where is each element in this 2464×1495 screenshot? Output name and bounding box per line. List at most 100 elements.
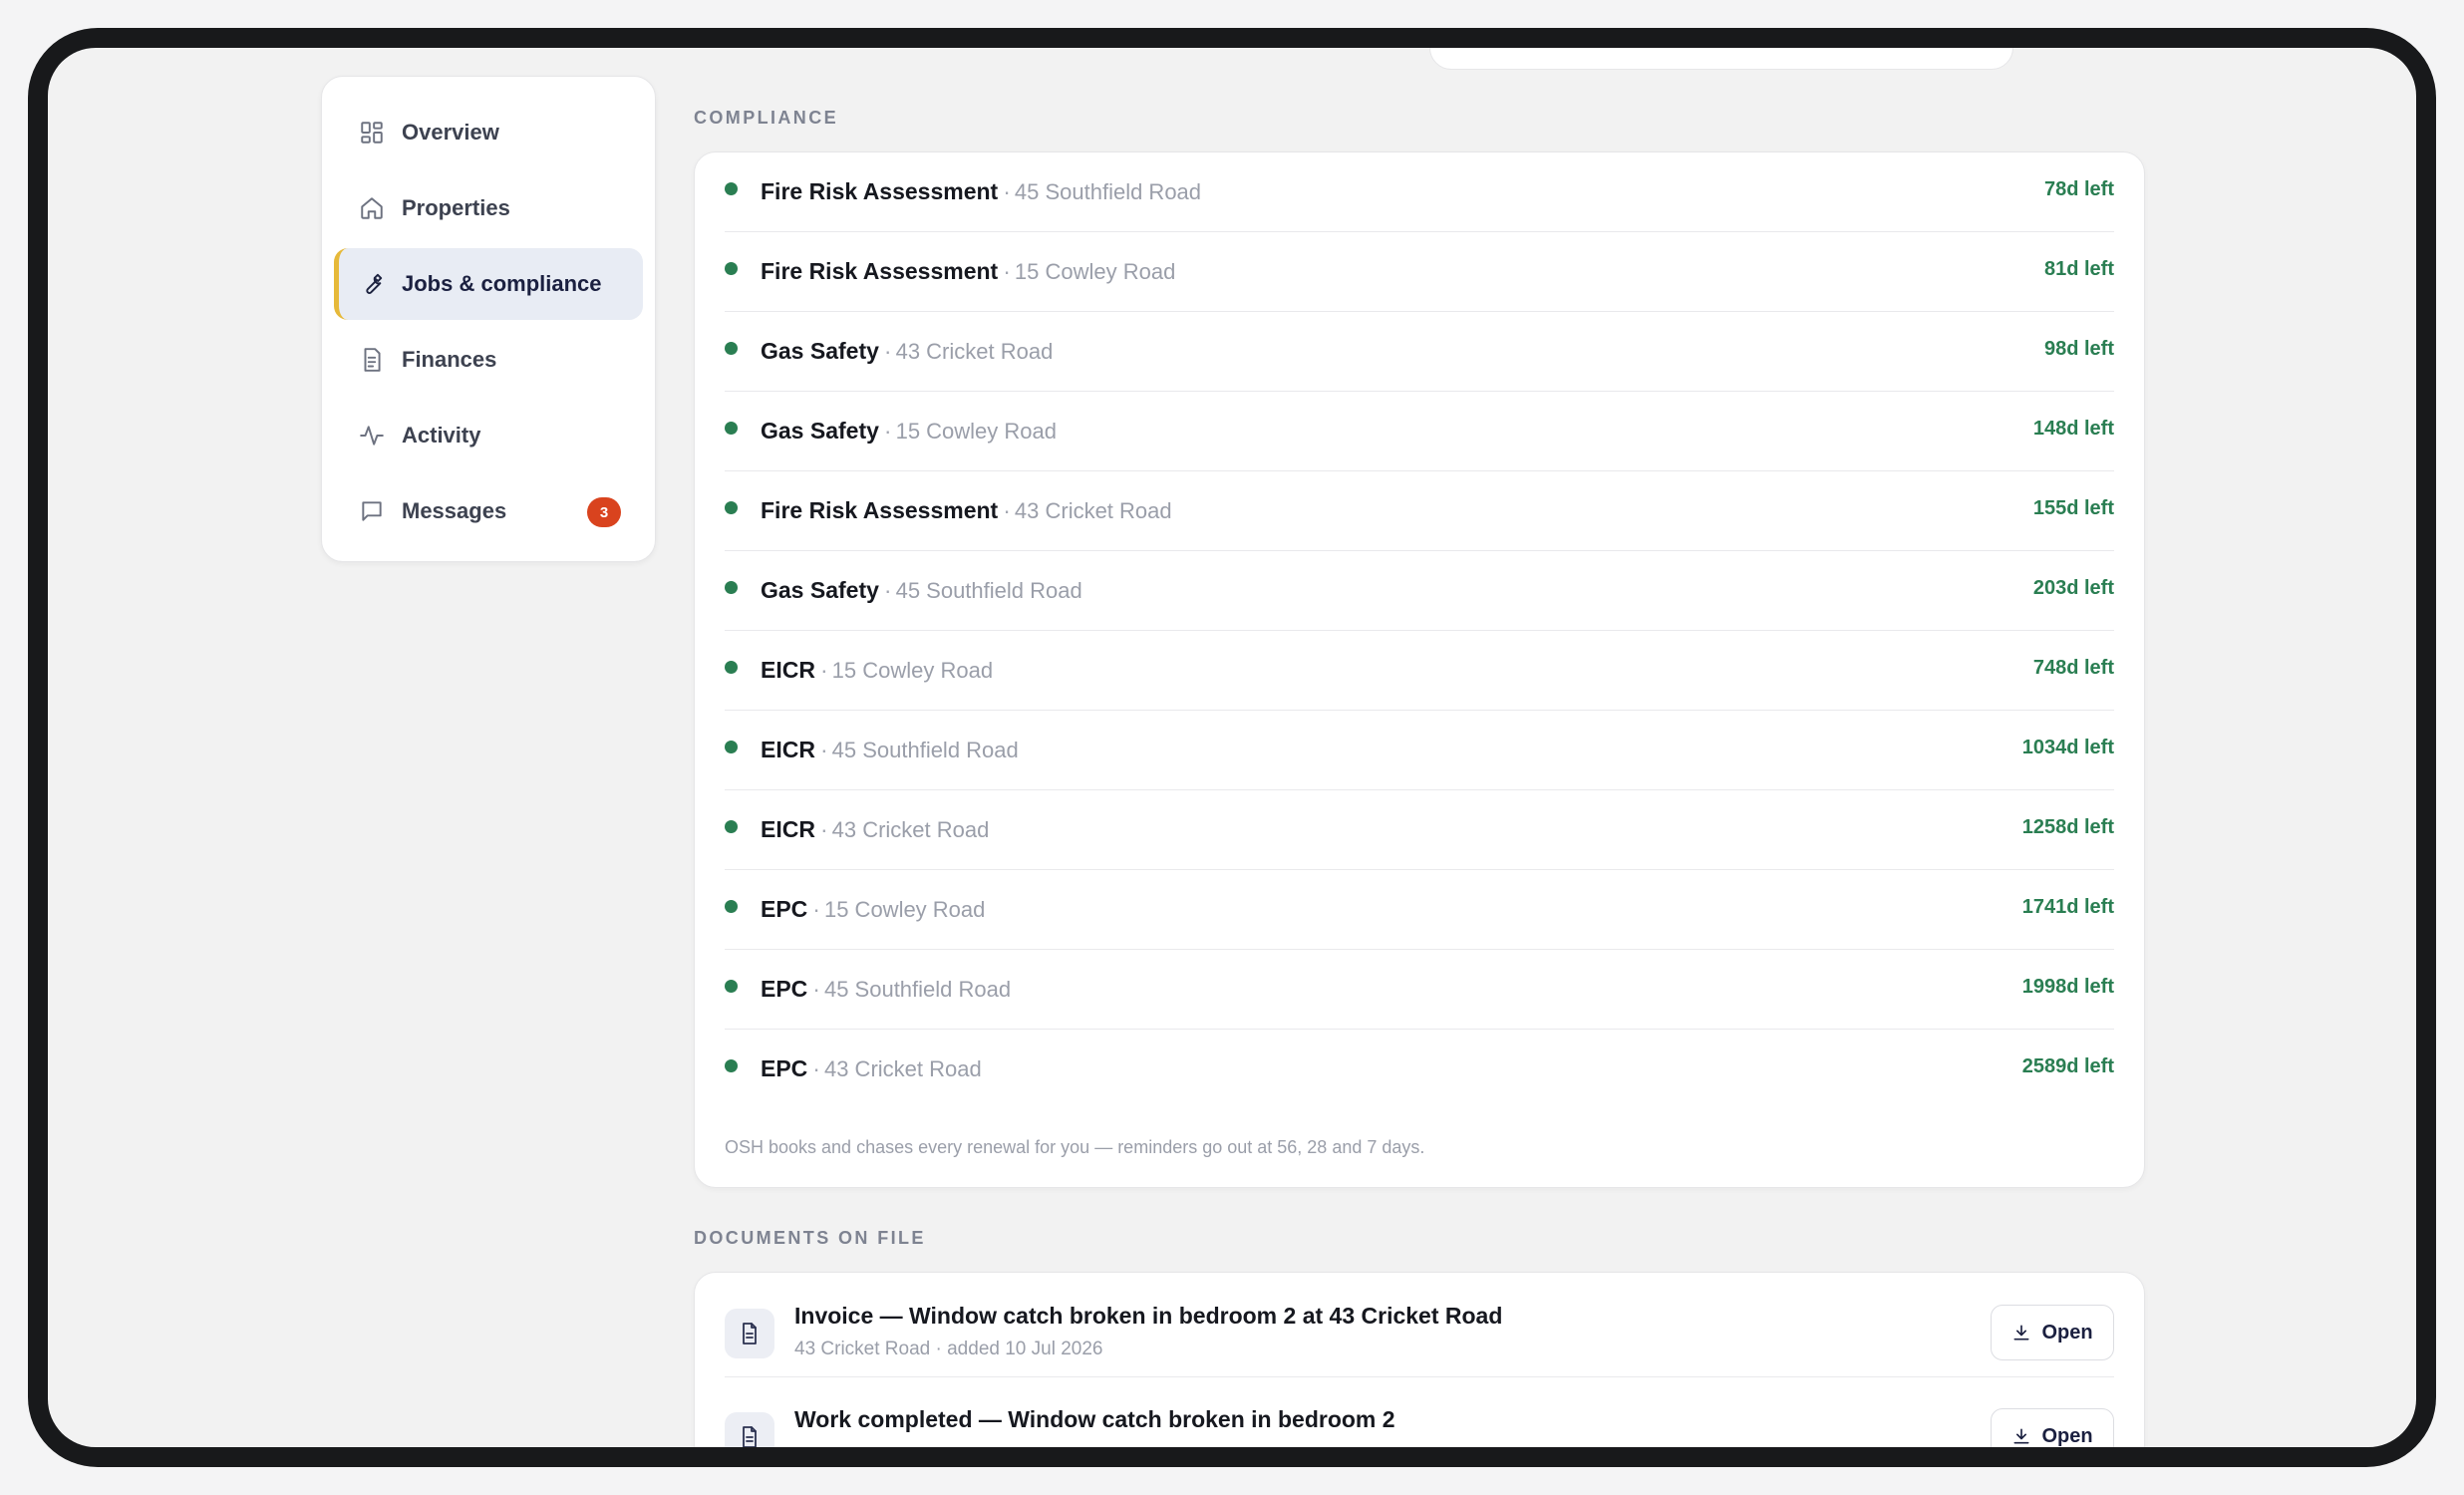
status-dot <box>725 980 738 993</box>
compliance-row[interactable]: EICR · 45 Southfield Road 1034d left <box>725 711 2114 790</box>
sidebar-nav: Overview Properties Jobs & compliance Fi… <box>321 76 656 562</box>
previous-card-edge <box>1429 48 2013 70</box>
days-left: 98d left <box>2043 338 2114 360</box>
compliance-text: EICR · 45 Southfield Road <box>761 737 1019 763</box>
sidebar-item-label: Jobs & compliance <box>402 271 602 296</box>
days-left: 1998d left <box>2021 976 2114 998</box>
compliance-address: 15 Cowley Road <box>895 419 1058 444</box>
separator: · <box>1003 258 1011 284</box>
separator: · <box>812 896 820 922</box>
compliance-address: 45 Southfield Road <box>823 977 1012 1002</box>
compliance-text: EPC · 43 Cricket Road <box>761 1055 982 1082</box>
status-dot <box>725 342 738 355</box>
sidebar-item-finances[interactable]: Finances <box>334 324 643 396</box>
status-dot <box>725 422 738 435</box>
status-dot <box>725 262 738 275</box>
status-dot <box>725 900 738 913</box>
sidebar-item-properties[interactable]: Properties <box>334 172 643 244</box>
device-frame: Overview Properties Jobs & compliance Fi… <box>28 28 2436 1467</box>
status-dot <box>725 741 738 753</box>
status-dot <box>725 182 738 195</box>
download-icon <box>2013 1428 2029 1444</box>
activity-icon <box>358 422 386 449</box>
compliance-row[interactable]: EICR · 15 Cowley Road 748d left <box>725 631 2114 711</box>
compliance-title: EPC <box>761 896 808 922</box>
compliance-title: EICR <box>761 657 815 683</box>
compliance-title: Gas Safety <box>761 418 879 444</box>
sidebar-item-label: Overview <box>402 120 499 145</box>
days-left: 148d left <box>2032 418 2114 440</box>
compliance-text: EICR · 15 Cowley Road <box>761 657 993 684</box>
compliance-title: Gas Safety <box>761 577 879 603</box>
compliance-title: Fire Risk Assessment <box>761 258 999 284</box>
days-left: 2589d left <box>2021 1055 2114 1077</box>
compliance-row[interactable]: Fire Risk Assessment · 45 Southfield Road 7… <box>725 152 2114 232</box>
receipt-icon <box>358 346 386 374</box>
compliance-address: 45 Southfield Road <box>831 738 1019 762</box>
compliance-text: Gas Safety · 45 Southfield Road <box>761 577 1082 604</box>
documents-card: Invoice — Window catch broken in bedroom… <box>694 1272 2145 1447</box>
sidebar-item-jobs-compliance[interactable]: Jobs & compliance <box>334 248 643 320</box>
status-dot <box>725 1059 738 1072</box>
sidebar-item-label: Properties <box>402 195 510 220</box>
days-left: 1258d left <box>2021 816 2114 838</box>
separator: · <box>883 418 892 444</box>
sidebar-item-messages[interactable]: Messages 3 <box>334 475 643 547</box>
status-dot <box>725 581 738 594</box>
compliance-row[interactable]: Fire Risk Assessment · 15 Cowley Road 81d l… <box>725 232 2114 312</box>
compliance-title: EPC <box>761 976 808 1002</box>
separator: · <box>1003 497 1011 523</box>
open-document-button[interactable]: Open <box>1991 1305 2114 1360</box>
documents-heading: DOCUMENTS ON FILE <box>694 1228 926 1248</box>
app-screen: Overview Properties Jobs & compliance Fi… <box>48 48 2416 1447</box>
compliance-row[interactable]: EICR · 43 Cricket Road 1258d left <box>725 790 2114 870</box>
compliance-note: OSH books and chases every renewal for y… <box>725 1137 1425 1157</box>
wrench-icon <box>358 270 386 298</box>
compliance-heading: COMPLIANCE <box>694 108 838 128</box>
separator: · <box>819 737 828 762</box>
compliance-title: Gas Safety <box>761 338 879 364</box>
document-icon <box>725 1412 774 1447</box>
document-item[interactable]: Work completed — Window catch broken in … <box>725 1376 2114 1447</box>
separator: · <box>819 816 828 842</box>
compliance-row[interactable]: Gas Safety · 45 Southfield Road 203d left <box>725 551 2114 631</box>
compliance-text: EPC · 45 Southfield Road <box>761 976 1011 1003</box>
compliance-row[interactable]: EPC · 43 Cricket Road 2589d left <box>725 1030 2114 1109</box>
sidebar-item-activity[interactable]: Activity <box>334 400 643 471</box>
compliance-row[interactable]: Fire Risk Assessment · 43 Cricket Road 155d… <box>725 471 2114 551</box>
compliance-row[interactable]: EPC · 15 Cowley Road 1741d left <box>725 870 2114 950</box>
separator: · <box>1003 178 1011 204</box>
compliance-title: EICR <box>761 816 815 842</box>
open-button-label: Open <box>2041 1424 2093 1447</box>
open-button-label: Open <box>2041 1321 2093 1344</box>
open-document-button[interactable]: Open <box>1991 1408 2114 1447</box>
sidebar-item-overview[interactable]: Overview <box>334 97 643 168</box>
days-left: 78d left <box>2043 178 2114 200</box>
status-dot <box>725 501 738 514</box>
document-icon <box>725 1309 774 1358</box>
days-left: 203d left <box>2032 577 2114 599</box>
compliance-row[interactable]: Gas Safety · 15 Cowley Road 148d left <box>725 392 2114 471</box>
compliance-row[interactable]: EPC · 45 Southfield Road 1998d left <box>725 950 2114 1030</box>
days-left: 748d left <box>2032 657 2114 679</box>
compliance-text: Fire Risk Assessment · 43 Cricket Road <box>761 497 1172 524</box>
compliance-text: Gas Safety · 15 Cowley Road <box>761 418 1057 445</box>
days-left: 1034d left <box>2021 737 2114 758</box>
compliance-address: 45 Southfield Road <box>1014 179 1202 204</box>
document-title: Invoice — Window catch broken in bedroom… <box>794 1303 1503 1329</box>
unread-badge: 3 <box>587 497 621 527</box>
document-title: Work completed — Window catch broken in … <box>794 1406 1395 1432</box>
compliance-row[interactable]: Gas Safety · 43 Cricket Road 98d left <box>725 312 2114 392</box>
document-meta: 43 Cricket Road · added 10 Jul 2026 <box>794 1339 1103 1359</box>
separator: · <box>812 976 820 1002</box>
compliance-address: 15 Cowley Road <box>1014 259 1176 284</box>
home-icon <box>358 194 386 222</box>
compliance-address: 15 Cowley Road <box>831 658 994 683</box>
compliance-card: Fire Risk Assessment · 45 Southfield Road 7… <box>694 151 2145 1188</box>
compliance-title: EICR <box>761 737 815 762</box>
compliance-text: EICR · 43 Cricket Road <box>761 816 989 843</box>
days-left: 155d left <box>2032 497 2114 519</box>
compliance-title: Fire Risk Assessment <box>761 178 999 204</box>
document-item[interactable]: Invoice — Window catch broken in bedroom… <box>725 1273 2114 1377</box>
compliance-address: 43 Cricket Road <box>895 339 1054 364</box>
